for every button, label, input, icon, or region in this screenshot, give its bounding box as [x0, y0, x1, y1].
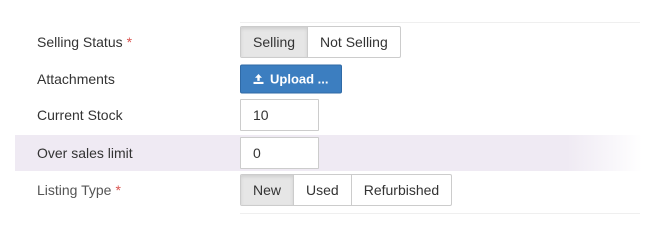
listing-type-label-text: Listing Type [37, 182, 112, 198]
new-option-button[interactable]: New [241, 175, 294, 205]
current-stock-input[interactable] [240, 99, 319, 131]
required-mark: * [126, 34, 133, 50]
used-option-button[interactable]: Used [293, 175, 351, 205]
listing-type-row: Listing Type * New Used Refurbished [15, 172, 642, 208]
divider [240, 22, 640, 23]
over-sales-limit-row: Over sales limit [15, 135, 642, 171]
product-form: Selling Status * Selling Not Selling Atta… [0, 0, 657, 246]
selling-status-label: Selling Status * [37, 34, 132, 50]
over-sales-limit-input[interactable] [240, 137, 319, 169]
current-stock-row: Current Stock [15, 97, 642, 133]
not-selling-option-button[interactable]: Not Selling [307, 27, 400, 57]
attachments-label: Attachments [37, 71, 115, 87]
refurbished-option-button[interactable]: Refurbished [350, 175, 451, 205]
divider [240, 213, 640, 214]
upload-button[interactable]: Upload ... [240, 64, 342, 94]
upload-icon [253, 74, 264, 85]
selling-status-label-text: Selling Status [37, 34, 123, 50]
required-mark: * [115, 182, 121, 198]
listing-type-label: Listing Type * [37, 182, 121, 198]
attachments-row: Attachments Upload ... [15, 61, 642, 97]
listing-type-toggle: New Used Refurbished [240, 174, 453, 206]
selling-status-toggle: Selling Not Selling [240, 26, 401, 58]
upload-button-label: Upload ... [270, 71, 329, 87]
current-stock-label: Current Stock [37, 107, 123, 123]
selling-option-button[interactable]: Selling [241, 27, 308, 57]
selling-status-row: Selling Status * Selling Not Selling [15, 24, 642, 60]
over-sales-limit-label: Over sales limit [37, 145, 133, 161]
